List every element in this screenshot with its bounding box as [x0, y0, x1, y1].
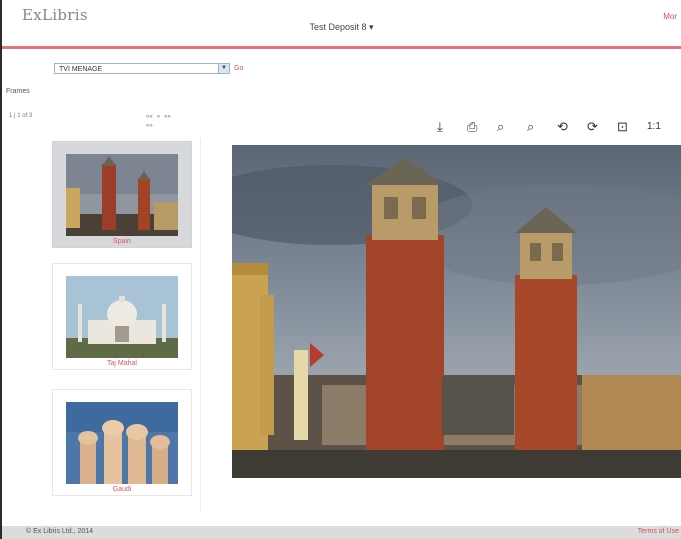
header: ExLibris Test Deposit 8 ▾ Mor: [2, 0, 681, 46]
frames-navigation: ««»»» »»: [146, 113, 175, 131]
taj-mahal-thumbnail-image: [66, 276, 178, 358]
zoom-out-icon[interactable]: ⌕: [527, 119, 534, 135]
representation-select[interactable]: TVI MENAGE ▼: [54, 63, 230, 74]
spain-thumbnail-image: [66, 154, 178, 236]
last-page-icon[interactable]: »»: [164, 114, 171, 120]
frames-heading: Frames: [6, 88, 30, 95]
thumbnail-caption[interactable]: Spain: [53, 238, 191, 245]
thumbnail-taj-mahal[interactable]: Taj Mahal: [52, 263, 192, 370]
frames-pager: 1 | 1 of 3: [9, 113, 33, 119]
fit-window-icon[interactable]: ⊡: [617, 119, 628, 135]
footer: © Ex Libris Ltd., 2014 Terms of Use: [2, 526, 681, 539]
jump-page-icon[interactable]: »»: [146, 123, 153, 129]
thumbnail-caption[interactable]: Taj Mahal: [53, 360, 191, 367]
actual-size-icon[interactable]: 1:1: [647, 121, 661, 132]
representation-select-value: TVI MENAGE: [59, 66, 103, 73]
deposit-menu[interactable]: Test Deposit 8 ▾: [2, 22, 681, 33]
download-icon[interactable]: ⤓: [437, 119, 443, 135]
rotate-left-icon[interactable]: ⟲: [557, 119, 568, 135]
first-page-icon[interactable]: ««: [146, 114, 153, 120]
thumbnail-gaudi[interactable]: Gaudi: [52, 389, 192, 496]
terms-link[interactable]: Terms of Use: [638, 528, 679, 535]
gaudi-thumbnail-image: [66, 402, 178, 484]
print-icon[interactable]: ⎙: [467, 119, 477, 135]
header-divider: [2, 46, 681, 49]
rotate-right-icon[interactable]: ⟳: [587, 119, 598, 135]
viewer-toolbar: ⤓ ⎙ ⌕ ⌕ ⟲ ⟳ ⊡ 1:1: [225, 114, 681, 144]
deposit-menu-label[interactable]: Test Deposit 8 ▾: [309, 22, 373, 32]
user-link[interactable]: Mor: [663, 12, 677, 21]
copyright-text: © Ex Libris Ltd., 2014: [26, 528, 94, 535]
main-image-viewer[interactable]: [232, 145, 681, 478]
next-page-icon[interactable]: »: [157, 114, 160, 120]
go-button[interactable]: Go: [234, 63, 243, 74]
main-image: [232, 145, 681, 478]
chevron-down-icon[interactable]: ▼: [218, 64, 229, 73]
thumbnail-caption[interactable]: Gaudi: [53, 486, 191, 493]
thumbnail-panel: Spain Taj Mahal Gaudi: [48, 138, 201, 511]
zoom-in-icon[interactable]: ⌕: [497, 119, 504, 135]
thumbnail-spain[interactable]: Spain: [52, 141, 192, 248]
